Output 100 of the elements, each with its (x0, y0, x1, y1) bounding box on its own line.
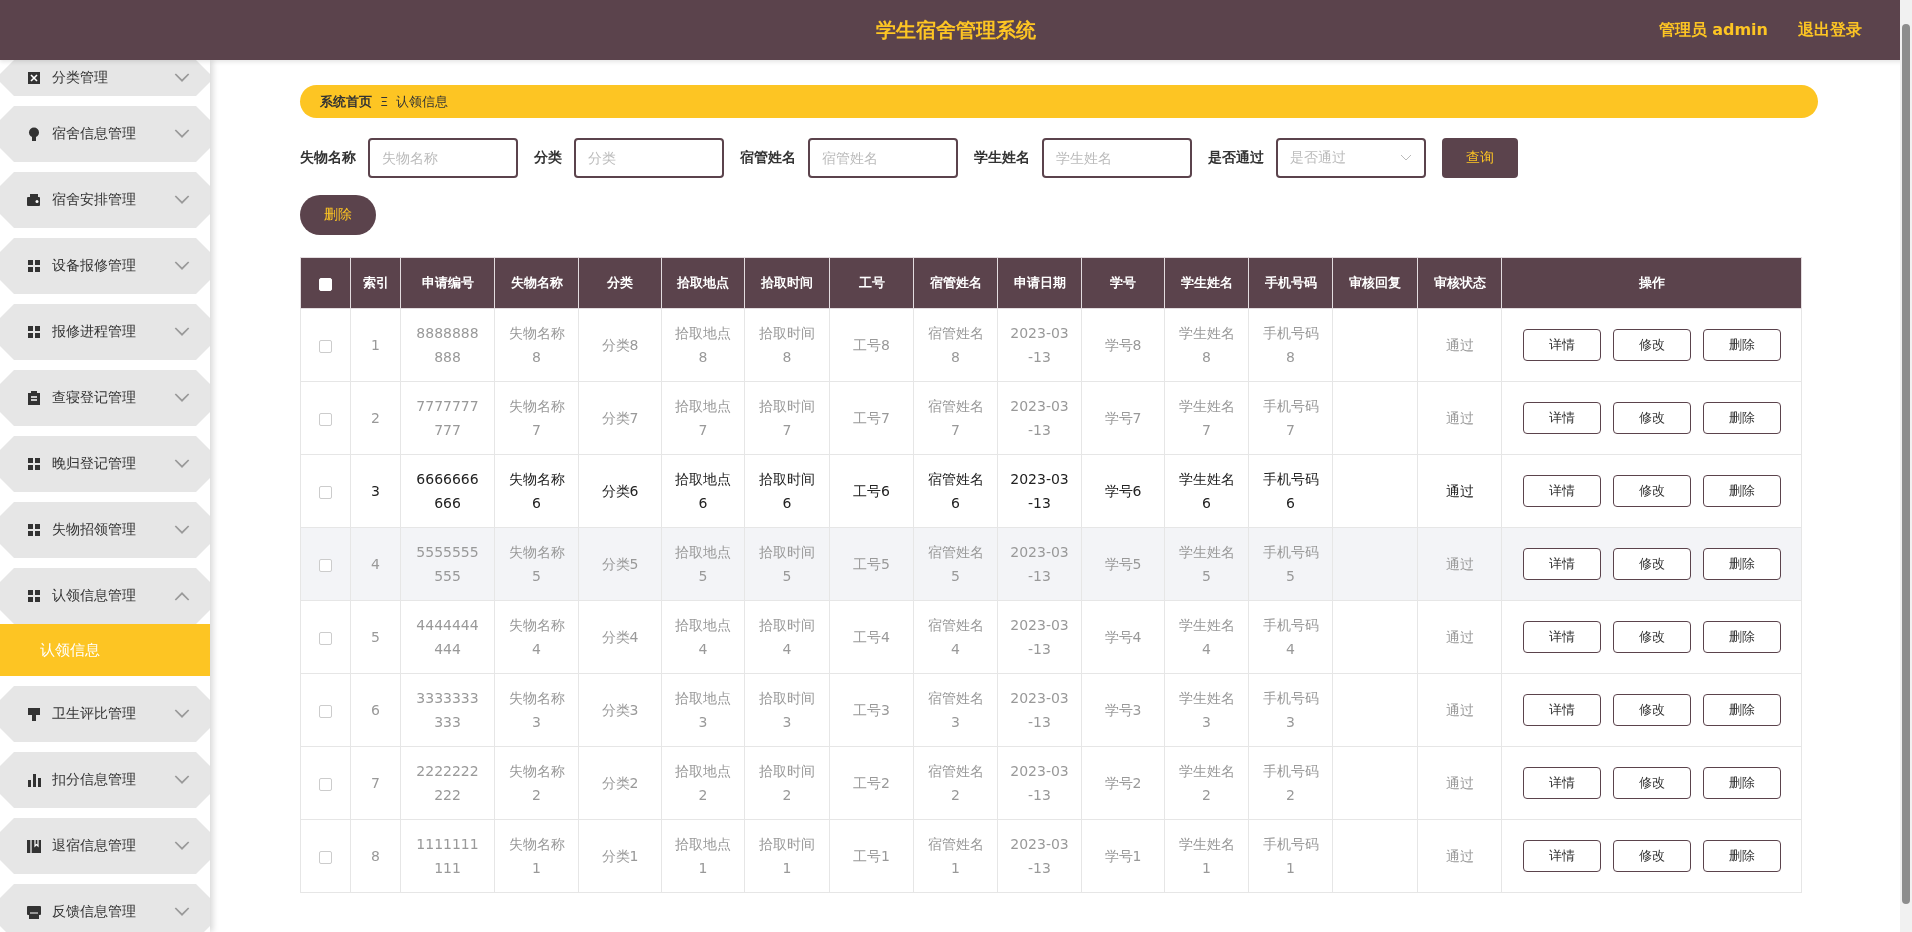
checkbox[interactable] (319, 850, 332, 864)
table-cell: 手机号码1 (1262, 836, 1319, 876)
edit-button[interactable]: 修改 (1612, 329, 1691, 361)
input-field[interactable]: 失物名称 (368, 138, 518, 178)
table-cell: 学生姓名1 (1178, 836, 1235, 876)
close-box-icon (26, 70, 42, 86)
checkbox[interactable] (319, 485, 332, 499)
edit-button[interactable]: 修改 (1612, 694, 1691, 726)
details-button[interactable]: 详情 (1522, 621, 1601, 653)
table-cell: 工号7 (853, 410, 890, 426)
column-header: 操作 (1501, 257, 1802, 309)
bulb-icon (26, 126, 42, 142)
table-cell: 通过 (1445, 483, 1474, 499)
sidebar-item[interactable]: 分类管理 (0, 60, 210, 96)
logout-link[interactable]: 退出登录 (1798, 19, 1862, 41)
details-button[interactable]: 详情 (1522, 402, 1601, 434)
checkbox[interactable] (319, 339, 332, 353)
delete-button[interactable]: 删除 (300, 195, 376, 235)
delete-button[interactable]: 删除 (1702, 694, 1781, 726)
table-cell: 工号6 (853, 483, 890, 499)
table-cell: 拾取地点8 (675, 325, 731, 365)
sidebar-item[interactable]: 晚归登记管理 (0, 436, 210, 492)
details-button[interactable]: 详情 (1522, 767, 1601, 799)
edit-button[interactable]: 修改 (1612, 767, 1691, 799)
table-cell: 通过 (1445, 410, 1474, 426)
delete-button[interactable]: 删除 (1702, 767, 1781, 799)
checkbox[interactable] (319, 558, 332, 572)
checkbox[interactable] (319, 704, 332, 718)
details-button[interactable]: 详情 (1522, 548, 1601, 580)
table-cell: 失物名称2 (508, 763, 565, 803)
edit-button[interactable]: 修改 (1612, 475, 1691, 507)
table-cell: 6666666666 (416, 471, 479, 511)
search-button[interactable]: 查询 (1442, 138, 1518, 178)
sidebar-item[interactable]: 报修进程管理 (0, 304, 210, 360)
sidebar-item[interactable]: 查寝登记管理 (0, 370, 210, 426)
table-cell: 学生姓名8 (1178, 325, 1235, 365)
table-cell: 手机号码7 (1262, 398, 1319, 438)
sidebar-item[interactable]: 设备报修管理 (0, 238, 210, 294)
delete-button[interactable]: 删除 (1702, 840, 1781, 872)
delete-button[interactable]: 删除 (1702, 548, 1781, 580)
edit-button[interactable]: 修改 (1612, 621, 1691, 653)
table-cell: 拾取时间4 (759, 617, 815, 657)
sidebar-item[interactable]: 卫生评比管理 (0, 686, 210, 742)
input-field[interactable]: 宿管姓名 (808, 138, 958, 178)
sidebar-item[interactable]: 认领信息管理 (0, 568, 210, 624)
table-cell: 通过 (1445, 775, 1474, 791)
checkbox[interactable] (319, 412, 332, 426)
table-cell: 失物名称1 (508, 836, 565, 876)
table-cell: 学号3 (1104, 702, 1142, 718)
delete-button[interactable]: 删除 (1702, 621, 1781, 653)
table-cell: 2 (371, 410, 380, 426)
sidebar-item[interactable]: 失物招领管理 (0, 502, 210, 558)
checkbox[interactable] (319, 631, 332, 645)
table-cell: 工号5 (853, 556, 890, 572)
grid-icon (26, 258, 42, 274)
table-cell: 通过 (1445, 629, 1474, 645)
grid-icon (26, 588, 42, 604)
table-cell: 分类4 (601, 629, 639, 645)
edit-button[interactable]: 修改 (1612, 840, 1691, 872)
checkbox[interactable] (319, 777, 332, 791)
table-cell: 学号5 (1104, 556, 1142, 572)
scrollbar[interactable] (1902, 24, 1910, 904)
delete-button[interactable]: 删除 (1702, 475, 1781, 507)
table-cell: 拾取地点5 (675, 544, 731, 584)
sidebar-item[interactable]: 反馈信息管理 (0, 884, 210, 932)
details-button[interactable]: 详情 (1522, 329, 1601, 361)
table-cell: 2023-03-13 (1010, 763, 1069, 803)
table-cell: 2023-03-13 (1010, 398, 1069, 438)
column-header: 工号 (829, 257, 914, 309)
table-cell: 学生姓名2 (1178, 763, 1235, 803)
breadcrumb-separator: Ξ (380, 94, 389, 109)
table-cell: 学号8 (1104, 337, 1142, 353)
table-cell: 2023-03-13 (1010, 325, 1069, 365)
sidebar-item[interactable]: 宿舍安排管理 (0, 172, 210, 228)
table-cell: 拾取地点1 (675, 836, 731, 876)
input-field[interactable]: 分类 (574, 138, 724, 178)
edit-button[interactable]: 修改 (1612, 548, 1691, 580)
details-button[interactable]: 详情 (1522, 475, 1601, 507)
table-cell: 2023-03-13 (1010, 836, 1069, 876)
table-cell: 宿管姓名6 (927, 471, 984, 511)
column-header: 学生姓名 (1164, 257, 1249, 309)
table-cell: 通过 (1445, 848, 1474, 864)
details-button[interactable]: 详情 (1522, 840, 1601, 872)
delete-button[interactable]: 删除 (1702, 402, 1781, 434)
grid-icon (26, 522, 42, 538)
sidebar-item[interactable]: 宿舍信息管理 (0, 106, 210, 162)
edit-button[interactable]: 修改 (1612, 402, 1691, 434)
delete-button[interactable]: 删除 (1702, 329, 1781, 361)
sidebar-item[interactable]: 扣分信息管理 (0, 752, 210, 808)
details-button[interactable]: 详情 (1522, 694, 1601, 726)
table-cell: 学号2 (1104, 775, 1142, 791)
chevron-icon (1400, 154, 1412, 162)
sidebar-item[interactable]: 退宿信息管理 (0, 818, 210, 874)
column-header: 宿管姓名 (913, 257, 998, 309)
table-cell: 7 (371, 775, 380, 791)
breadcrumb-home[interactable]: 系统首页 (320, 92, 372, 111)
table-cell: 宿管姓名5 (927, 544, 984, 584)
input-field[interactable]: 学生姓名 (1042, 138, 1192, 178)
column-header: 审核状态 (1417, 257, 1502, 309)
column-header: 学号 (1081, 257, 1165, 309)
